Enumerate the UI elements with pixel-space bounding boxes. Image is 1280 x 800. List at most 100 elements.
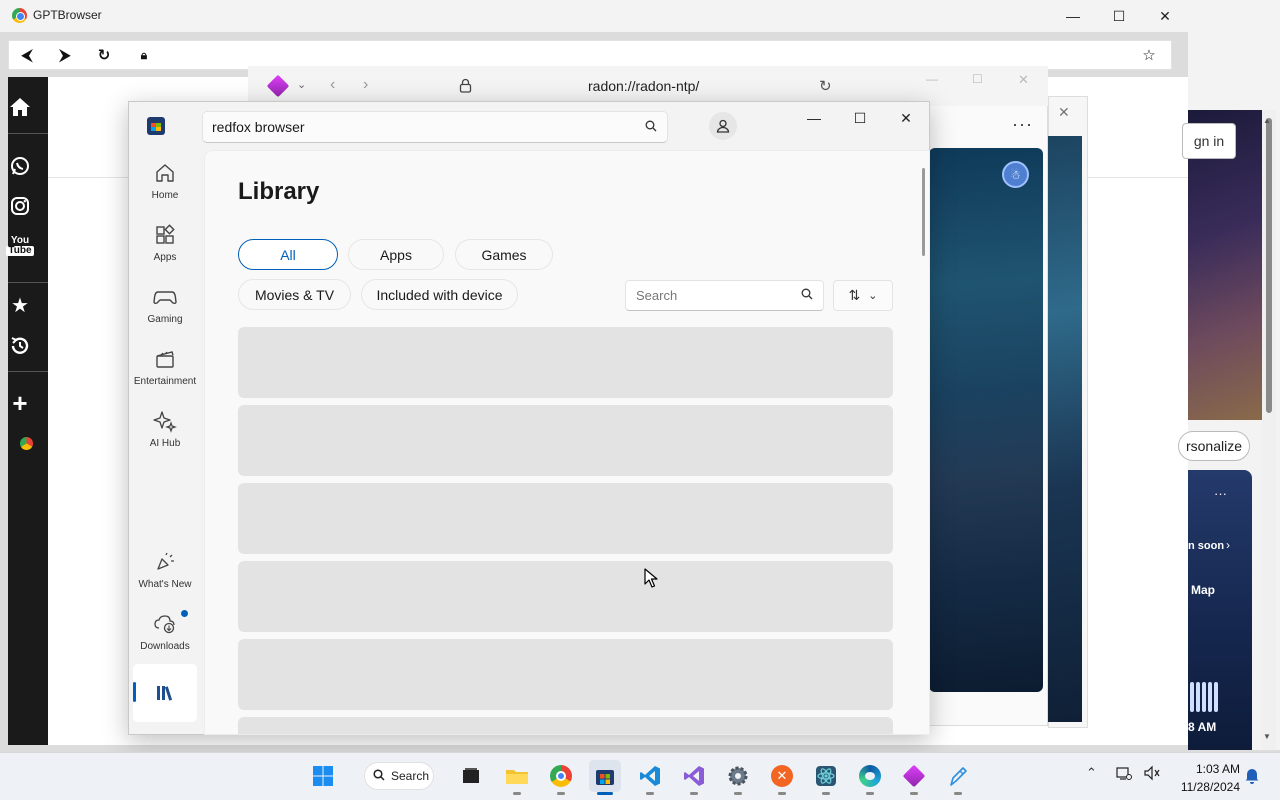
- store-search-box[interactable]: [202, 111, 668, 143]
- lock-icon: [459, 78, 472, 98]
- download-notification-dot: [181, 610, 188, 617]
- maximize-icon[interactable]: ☐: [972, 72, 983, 86]
- search-icon[interactable]: [801, 288, 813, 303]
- vscode-icon[interactable]: [634, 760, 666, 792]
- whatsapp-icon[interactable]: [8, 154, 32, 178]
- card-more-icon[interactable]: ···: [1214, 486, 1227, 501]
- running-indicator: [778, 792, 786, 795]
- edge-logo: [859, 765, 881, 787]
- minimize-icon[interactable]: —: [926, 72, 938, 86]
- nav-item-apps[interactable]: Apps: [133, 222, 197, 278]
- nav-item-gaming[interactable]: Gaming: [133, 284, 197, 340]
- pen-app-icon[interactable]: [942, 760, 974, 792]
- mouse-cursor-icon: [644, 568, 658, 588]
- close-button[interactable]: ✕: [1142, 0, 1188, 32]
- add-icon[interactable]: +: [8, 388, 32, 418]
- more-menu-icon[interactable]: ···: [1012, 114, 1033, 135]
- chevron-down-icon[interactable]: ⌄: [297, 78, 306, 91]
- minimize-button[interactable]: —: [1050, 0, 1096, 32]
- radon-browser-icon[interactable]: [898, 760, 930, 792]
- store-search-input[interactable]: [212, 112, 632, 142]
- nav-item-whats-new[interactable]: What's New: [133, 549, 197, 605]
- chevron-right-icon[interactable]: ›: [1226, 538, 1230, 552]
- chevron-up-icon[interactable]: ⌃: [1086, 765, 1097, 781]
- store-close-button[interactable]: ✕: [883, 101, 929, 135]
- home-icon[interactable]: [8, 95, 32, 119]
- nav-item-entertainment[interactable]: Entertainment: [133, 346, 197, 402]
- clock-date[interactable]: 11/28/2024: [1168, 780, 1240, 794]
- taskbar-search-button[interactable]: Search: [364, 762, 434, 790]
- back-icon[interactable]: ⮜: [16, 44, 38, 66]
- bookmark-star-icon[interactable]: ☆: [1138, 44, 1160, 66]
- library-search-input[interactable]: [636, 281, 796, 310]
- file-explorer-icon[interactable]: [501, 760, 533, 792]
- gaming-icon: [153, 284, 177, 310]
- close-icon[interactable]: ✕: [1018, 72, 1029, 88]
- microsoft-store-icon[interactable]: [589, 760, 621, 792]
- library-item-placeholder: [238, 639, 893, 710]
- nav-item-home[interactable]: Home: [133, 160, 197, 216]
- forward-icon[interactable]: ⮞: [54, 44, 76, 66]
- avatar-icon[interactable]: ☃: [1002, 161, 1029, 188]
- gptbrowser-address-input[interactable]: [160, 44, 1120, 66]
- nav-label: What's New: [138, 579, 192, 590]
- whats-new-icon: [154, 549, 176, 575]
- radon-logo: [902, 764, 926, 788]
- library-icon[interactable]: [155, 683, 175, 708]
- search-icon: [373, 768, 385, 784]
- volume-muted-icon[interactable]: [1143, 765, 1161, 786]
- downloads-icon: [153, 611, 177, 637]
- favorites-star-icon[interactable]: ★: [8, 293, 32, 317]
- library-search-box[interactable]: [625, 280, 824, 311]
- refresh-icon[interactable]: ↻: [93, 44, 115, 66]
- home-icon: [154, 160, 176, 186]
- filter-chip-included-with-device[interactable]: Included with device: [361, 279, 518, 310]
- close-icon[interactable]: ✕: [1058, 104, 1070, 121]
- sidebar-divider: [8, 133, 48, 134]
- xampp-logo: ✕: [771, 765, 793, 787]
- clock-time[interactable]: 1:03 AM: [1180, 762, 1240, 776]
- sort-button[interactable]: ⇅ ⌄: [833, 280, 893, 311]
- taskbar-search-label: Search: [391, 769, 430, 783]
- personalize-button[interactable]: rsonalize: [1178, 431, 1250, 461]
- sign-in-button[interactable]: gn in: [1182, 123, 1236, 159]
- start-icon[interactable]: [307, 760, 339, 792]
- instagram-icon[interactable]: [8, 194, 32, 218]
- task-view-icon[interactable]: [455, 760, 487, 792]
- account-icon[interactable]: [709, 112, 737, 140]
- xampp-icon[interactable]: ✕: [766, 760, 798, 792]
- store-minimize-button[interactable]: —: [791, 101, 837, 135]
- gptbrowser-logo-icon[interactable]: [20, 437, 33, 450]
- scroll-up-icon[interactable]: ▲: [1263, 116, 1271, 125]
- filter-chip-apps[interactable]: Apps: [348, 239, 444, 270]
- radon-url[interactable]: radon://radon-ntp/: [588, 78, 699, 94]
- forward-icon[interactable]: ›: [363, 76, 368, 94]
- nav-item-downloads[interactable]: Downloads: [133, 611, 197, 667]
- history-icon[interactable]: [8, 334, 32, 358]
- store-scrollbar-thumb[interactable]: [922, 168, 925, 256]
- search-icon[interactable]: [645, 120, 657, 135]
- filter-chip-all[interactable]: All: [238, 239, 338, 270]
- youtube-icon[interactable]: You Tube: [6, 234, 34, 258]
- scroll-down-icon[interactable]: ▼: [1263, 732, 1271, 741]
- network-icon[interactable]: [1116, 765, 1132, 786]
- refresh-icon[interactable]: ↻: [819, 77, 832, 95]
- map-label: Map: [1191, 583, 1215, 597]
- filter-chip-movies-tv[interactable]: Movies & TV: [238, 279, 351, 310]
- settings-icon[interactable]: [722, 760, 754, 792]
- filter-chip-games[interactable]: Games: [455, 239, 553, 270]
- atom-icon[interactable]: [810, 760, 842, 792]
- running-indicator: [866, 792, 874, 795]
- library-item-placeholder: [238, 405, 893, 476]
- chrome-icon[interactable]: [545, 760, 577, 792]
- store-maximize-button[interactable]: ☐: [837, 101, 883, 135]
- edge-icon[interactable]: [854, 760, 886, 792]
- back-icon[interactable]: ‹: [330, 76, 335, 94]
- library-item-placeholder: [238, 561, 893, 632]
- maximize-button[interactable]: ☐: [1096, 0, 1142, 32]
- radon-background-photo: [929, 148, 1043, 692]
- notification-bell-icon[interactable]: [1244, 766, 1260, 789]
- visual-studio-icon[interactable]: [678, 760, 710, 792]
- page-scrollbar-thumb[interactable]: [1266, 118, 1272, 413]
- nav-item-ai-hub[interactable]: AI Hub: [133, 408, 197, 464]
